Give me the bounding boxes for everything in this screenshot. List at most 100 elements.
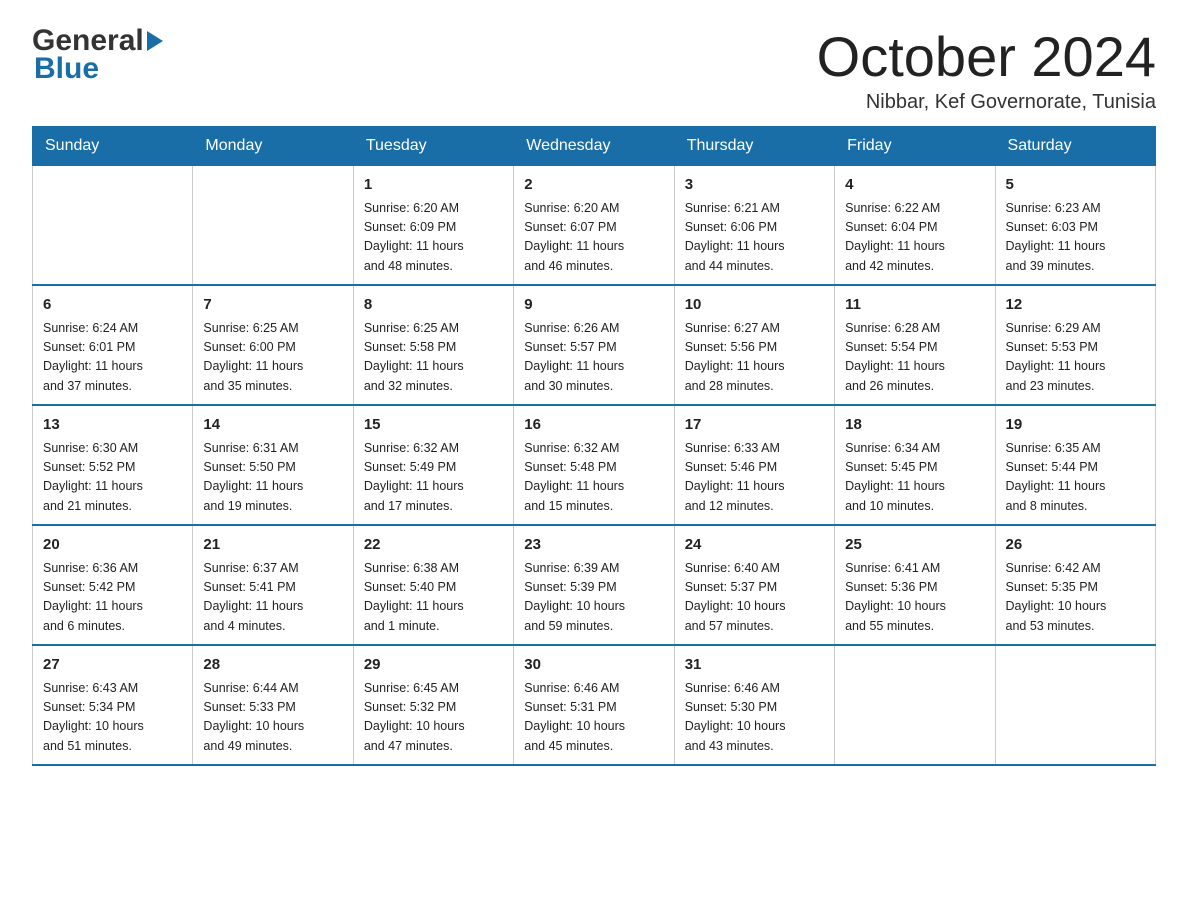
day-cell: 26Sunrise: 6:42 AMSunset: 5:35 PMDayligh… [995,525,1155,645]
day-details: Sunrise: 6:20 AMSunset: 6:07 PMDaylight:… [524,199,663,277]
day-cell: 16Sunrise: 6:32 AMSunset: 5:48 PMDayligh… [514,405,674,525]
col-header-thursday: Thursday [674,127,834,166]
day-details: Sunrise: 6:45 AMSunset: 5:32 PMDaylight:… [364,679,503,757]
day-details: Sunrise: 6:32 AMSunset: 5:48 PMDaylight:… [524,439,663,517]
day-num: 28 [203,654,342,677]
day-cell: 14Sunrise: 6:31 AMSunset: 5:50 PMDayligh… [193,405,353,525]
day-num: 13 [43,414,182,437]
day-num: 6 [43,294,182,317]
day-num: 19 [1006,414,1145,437]
day-cell: 4Sunrise: 6:22 AMSunset: 6:04 PMDaylight… [835,166,995,286]
day-cell: 6Sunrise: 6:24 AMSunset: 6:01 PMDaylight… [33,285,193,405]
day-num: 9 [524,294,663,317]
day-num: 15 [364,414,503,437]
day-details: Sunrise: 6:35 AMSunset: 5:44 PMDaylight:… [1006,439,1145,517]
week-row: 1Sunrise: 6:20 AMSunset: 6:09 PMDaylight… [33,166,1156,286]
day-num: 1 [364,174,503,197]
day-cell [33,166,193,286]
day-num: 3 [685,174,824,197]
day-cell: 31Sunrise: 6:46 AMSunset: 5:30 PMDayligh… [674,645,834,765]
month-year-title: October 2024 [817,24,1156,89]
day-cell: 27Sunrise: 6:43 AMSunset: 5:34 PMDayligh… [33,645,193,765]
day-details: Sunrise: 6:43 AMSunset: 5:34 PMDaylight:… [43,679,182,757]
day-num: 17 [685,414,824,437]
day-num: 14 [203,414,342,437]
day-cell: 25Sunrise: 6:41 AMSunset: 5:36 PMDayligh… [835,525,995,645]
logo-final: General Blue [32,24,166,86]
day-num: 24 [685,534,824,557]
day-num: 4 [845,174,984,197]
day-num: 7 [203,294,342,317]
day-details: Sunrise: 6:23 AMSunset: 6:03 PMDaylight:… [1006,199,1145,277]
day-num: 23 [524,534,663,557]
day-cell: 7Sunrise: 6:25 AMSunset: 6:00 PMDaylight… [193,285,353,405]
day-cell [835,645,995,765]
day-cell [193,166,353,286]
day-details: Sunrise: 6:24 AMSunset: 6:01 PMDaylight:… [43,319,182,397]
day-num: 12 [1006,294,1145,317]
day-details: Sunrise: 6:33 AMSunset: 5:46 PMDaylight:… [685,439,824,517]
day-details: Sunrise: 6:21 AMSunset: 6:06 PMDaylight:… [685,199,824,277]
day-cell: 12Sunrise: 6:29 AMSunset: 5:53 PMDayligh… [995,285,1155,405]
day-details: Sunrise: 6:32 AMSunset: 5:49 PMDaylight:… [364,439,503,517]
day-details: Sunrise: 6:26 AMSunset: 5:57 PMDaylight:… [524,319,663,397]
day-details: Sunrise: 6:36 AMSunset: 5:42 PMDaylight:… [43,559,182,637]
day-cell: 9Sunrise: 6:26 AMSunset: 5:57 PMDaylight… [514,285,674,405]
week-row: 13Sunrise: 6:30 AMSunset: 5:52 PMDayligh… [33,405,1156,525]
day-num: 25 [845,534,984,557]
week-row: 27Sunrise: 6:43 AMSunset: 5:34 PMDayligh… [33,645,1156,765]
day-cell: 13Sunrise: 6:30 AMSunset: 5:52 PMDayligh… [33,405,193,525]
day-cell [995,645,1155,765]
day-details: Sunrise: 6:39 AMSunset: 5:39 PMDaylight:… [524,559,663,637]
day-num: 2 [524,174,663,197]
day-num: 21 [203,534,342,557]
col-header-tuesday: Tuesday [353,127,513,166]
day-num: 8 [364,294,503,317]
day-details: Sunrise: 6:40 AMSunset: 5:37 PMDaylight:… [685,559,824,637]
day-details: Sunrise: 6:44 AMSunset: 5:33 PMDaylight:… [203,679,342,757]
day-details: Sunrise: 6:25 AMSunset: 6:00 PMDaylight:… [203,319,342,397]
day-details: Sunrise: 6:20 AMSunset: 6:09 PMDaylight:… [364,199,503,277]
day-cell: 30Sunrise: 6:46 AMSunset: 5:31 PMDayligh… [514,645,674,765]
col-header-wednesday: Wednesday [514,127,674,166]
day-details: Sunrise: 6:28 AMSunset: 5:54 PMDaylight:… [845,319,984,397]
col-header-monday: Monday [193,127,353,166]
cal-header-row: SundayMondayTuesdayWednesdayThursdayFrid… [33,127,1156,166]
day-cell: 2Sunrise: 6:20 AMSunset: 6:07 PMDaylight… [514,166,674,286]
col-header-saturday: Saturday [995,127,1155,166]
col-header-friday: Friday [835,127,995,166]
day-cell: 18Sunrise: 6:34 AMSunset: 5:45 PMDayligh… [835,405,995,525]
day-details: Sunrise: 6:22 AMSunset: 6:04 PMDaylight:… [845,199,984,277]
day-details: Sunrise: 6:27 AMSunset: 5:56 PMDaylight:… [685,319,824,397]
day-details: Sunrise: 6:25 AMSunset: 5:58 PMDaylight:… [364,319,503,397]
day-num: 29 [364,654,503,677]
day-num: 18 [845,414,984,437]
day-num: 20 [43,534,182,557]
day-num: 10 [685,294,824,317]
day-details: Sunrise: 6:37 AMSunset: 5:41 PMDaylight:… [203,559,342,637]
day-details: Sunrise: 6:42 AMSunset: 5:35 PMDaylight:… [1006,559,1145,637]
logo-arrow-final [147,31,163,51]
day-num: 27 [43,654,182,677]
day-details: Sunrise: 6:46 AMSunset: 5:30 PMDaylight:… [685,679,824,757]
title-area-final: October 2024 Nibbar, Kef Governorate, Tu… [817,24,1156,114]
day-num: 5 [1006,174,1145,197]
day-cell: 20Sunrise: 6:36 AMSunset: 5:42 PMDayligh… [33,525,193,645]
day-num: 31 [685,654,824,677]
day-cell: 19Sunrise: 6:35 AMSunset: 5:44 PMDayligh… [995,405,1155,525]
day-cell: 10Sunrise: 6:27 AMSunset: 5:56 PMDayligh… [674,285,834,405]
day-cell: 21Sunrise: 6:37 AMSunset: 5:41 PMDayligh… [193,525,353,645]
day-num: 30 [524,654,663,677]
col-header-sunday: Sunday [33,127,193,166]
day-details: Sunrise: 6:30 AMSunset: 5:52 PMDaylight:… [43,439,182,517]
day-num: 16 [524,414,663,437]
day-cell: 29Sunrise: 6:45 AMSunset: 5:32 PMDayligh… [353,645,513,765]
week-row: 20Sunrise: 6:36 AMSunset: 5:42 PMDayligh… [33,525,1156,645]
day-num: 22 [364,534,503,557]
day-details: Sunrise: 6:41 AMSunset: 5:36 PMDaylight:… [845,559,984,637]
week-row: 6Sunrise: 6:24 AMSunset: 6:01 PMDaylight… [33,285,1156,405]
day-details: Sunrise: 6:38 AMSunset: 5:40 PMDaylight:… [364,559,503,637]
day-details: Sunrise: 6:31 AMSunset: 5:50 PMDaylight:… [203,439,342,517]
day-cell: 8Sunrise: 6:25 AMSunset: 5:58 PMDaylight… [353,285,513,405]
day-cell: 28Sunrise: 6:44 AMSunset: 5:33 PMDayligh… [193,645,353,765]
